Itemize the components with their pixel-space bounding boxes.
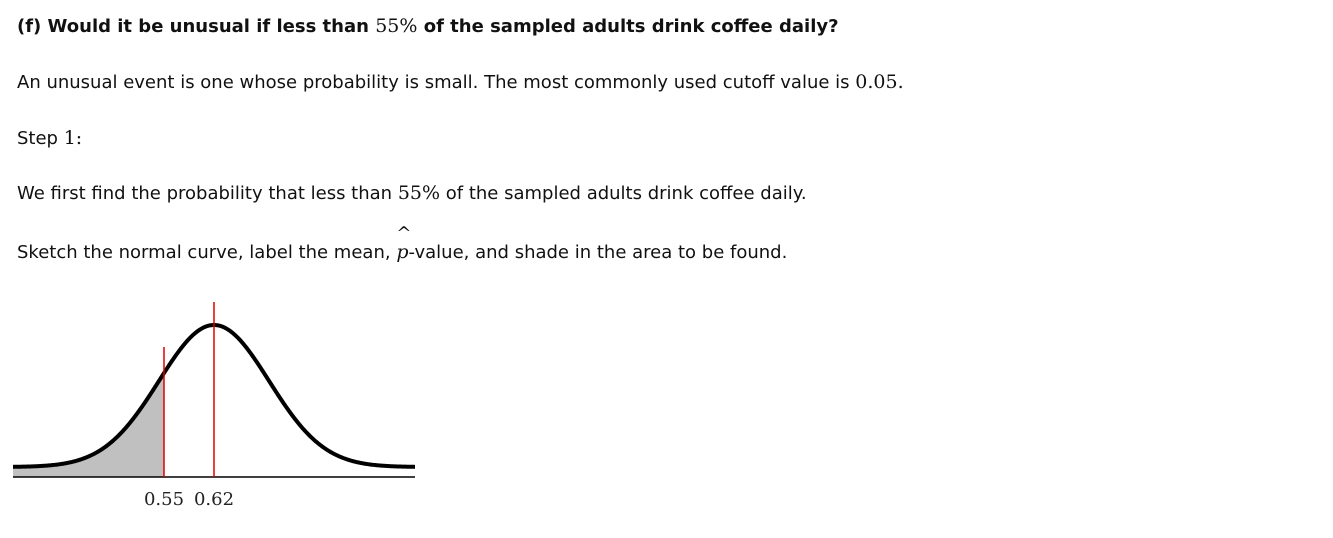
definition-period: .	[897, 71, 904, 93]
find-percent: 55%	[397, 182, 441, 204]
definition-text: An unusual event is one whose probabilit…	[17, 72, 856, 93]
sketch-instructions: Sketch the normal curve, label the mean,…	[17, 223, 788, 265]
normal-curve-sketch[interactable]: 0.55 0.62	[0, 290, 430, 520]
p-hat-symbol: ^ p	[396, 223, 411, 264]
find-prefix: We first find the probability that less …	[17, 183, 398, 204]
find-suffix: of the sampled adults drink coffee daily…	[440, 183, 807, 204]
question-suffix: of the sampled adults drink coffee daily…	[417, 16, 839, 37]
find-probability-text: We first find the probability that less …	[17, 181, 807, 206]
sketch-prefix: Sketch the normal curve, label the mean,	[17, 242, 397, 263]
shaded-left-tail	[13, 373, 164, 477]
hat-accent: ^	[396, 223, 412, 244]
cutoff-value: 0.05	[855, 71, 898, 93]
question-heading: (f) Would it be unusual if less than 55%…	[17, 14, 839, 39]
question-prefix: (f) Would it be unusual if less than	[17, 16, 376, 37]
step-word: Step	[17, 128, 64, 149]
step-label: Step 1:	[17, 126, 82, 151]
step-number: 1:	[63, 127, 83, 149]
unusual-definition: An unusual event is one whose probabilit…	[17, 70, 904, 95]
sketch-suffix: -value, and shade in the area to be foun…	[408, 242, 788, 263]
question-percent: 55%	[375, 15, 418, 37]
p-value-label: 0.55	[144, 489, 184, 510]
mean-label: 0.62	[194, 489, 234, 510]
